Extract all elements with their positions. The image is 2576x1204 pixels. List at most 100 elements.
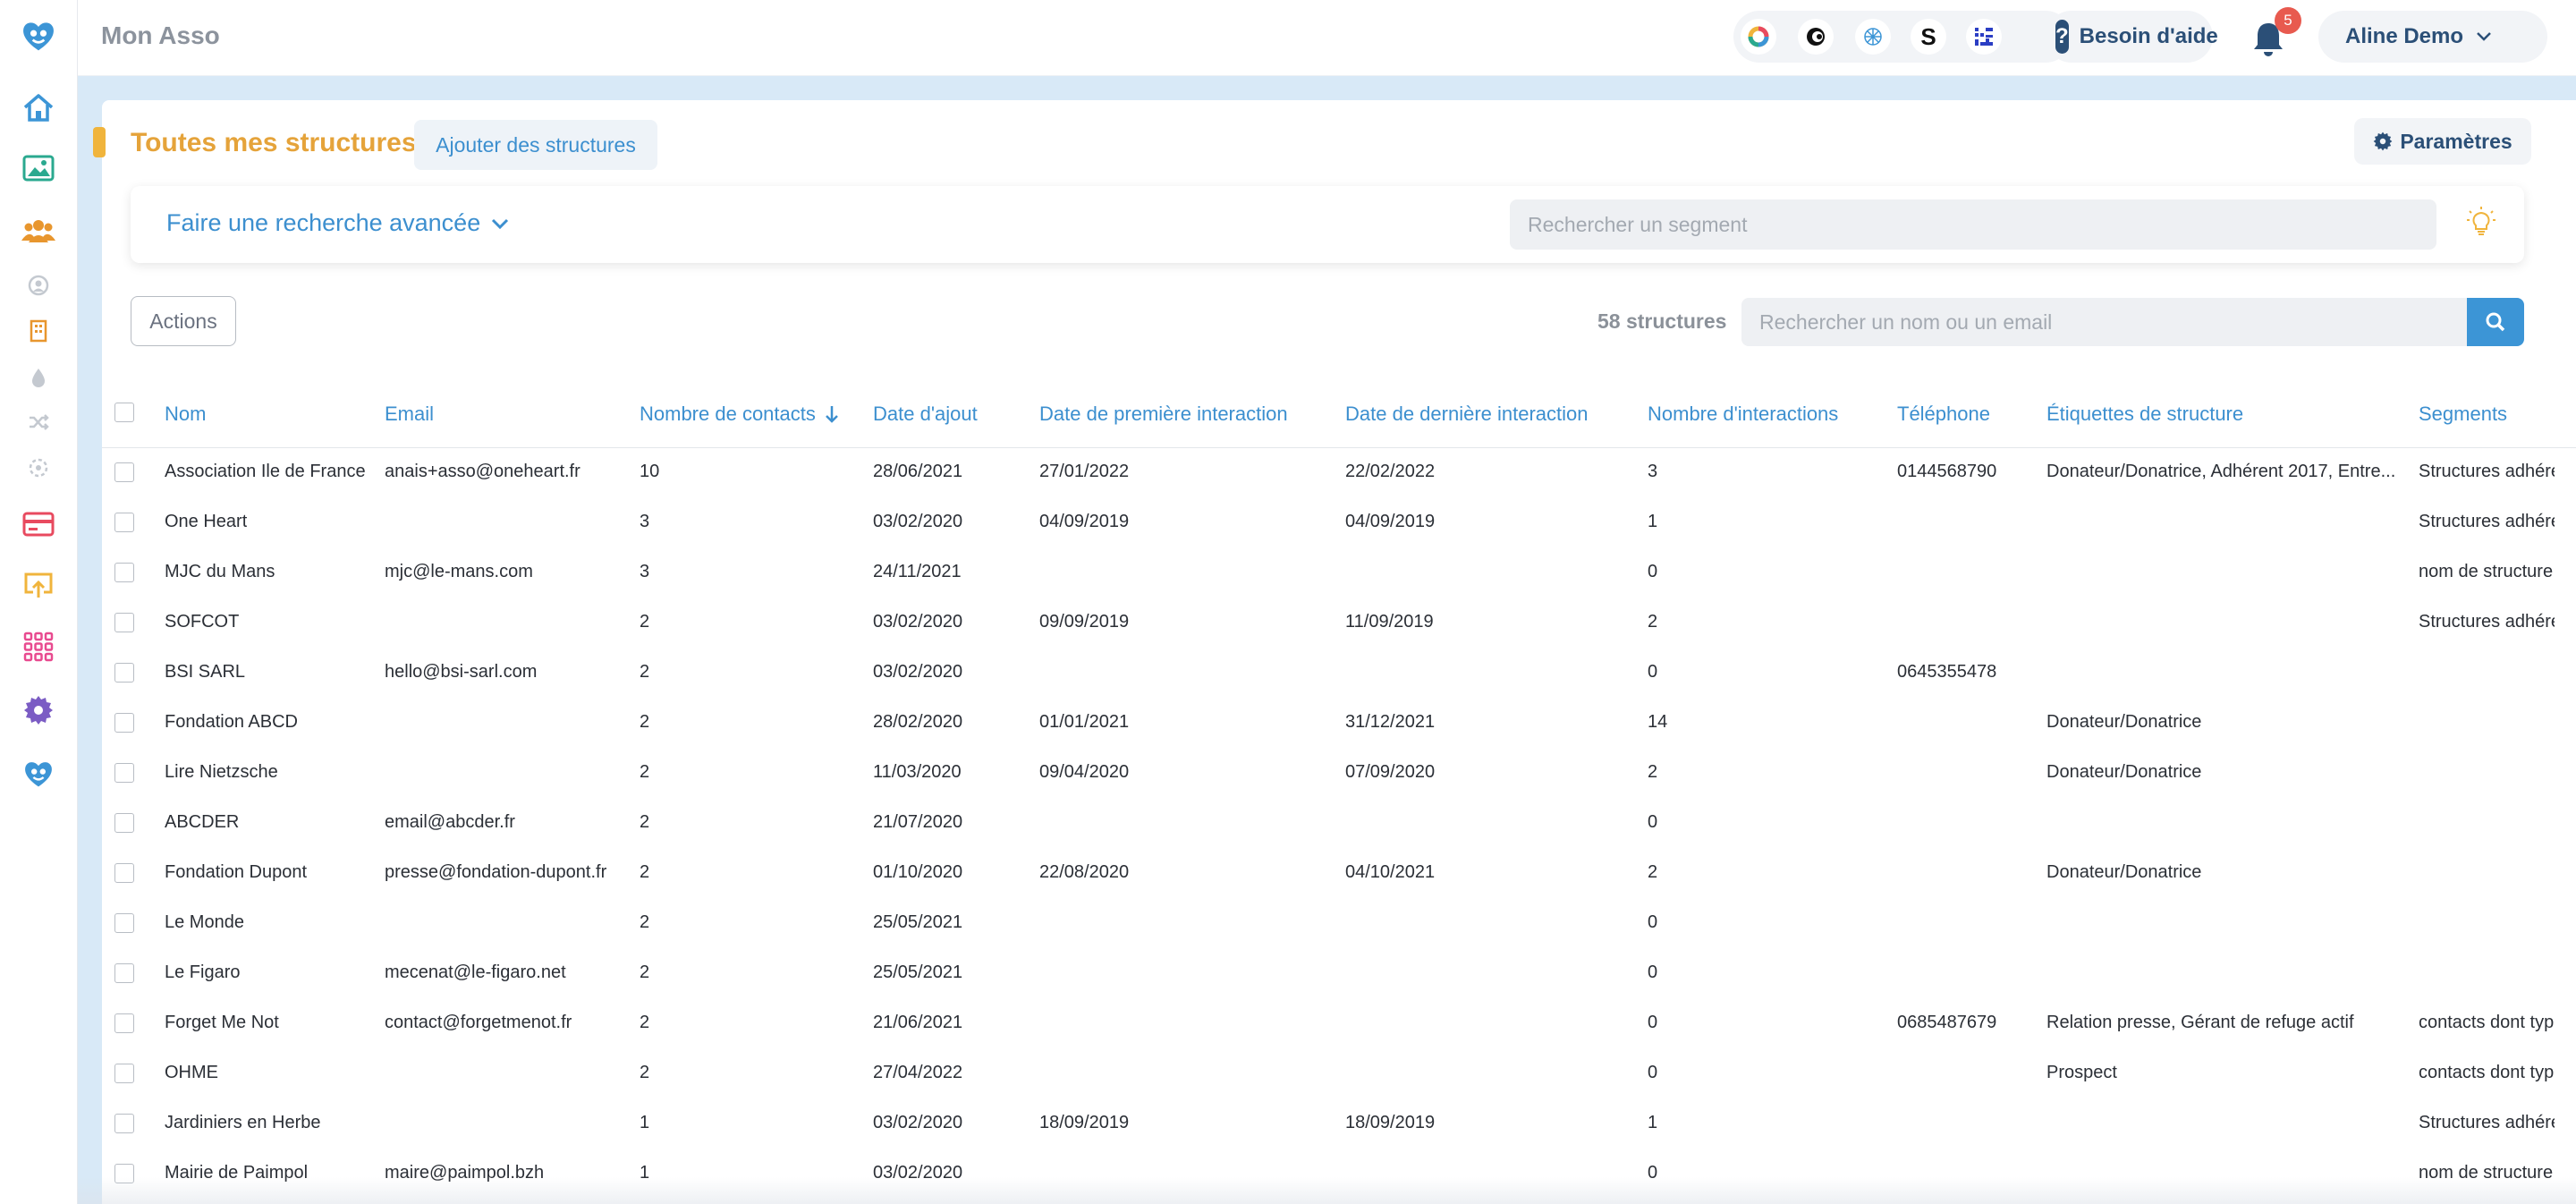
column-header-telephone[interactable]: Téléphone	[1897, 403, 1990, 426]
table-row[interactable]: Lire Nietzsche 2 11/03/2020 09/04/2020 07/09…	[102, 748, 2576, 798]
cell-telephone: 0645355478	[1897, 662, 1997, 682]
name-email-search-input[interactable]	[1741, 298, 2468, 346]
upload-icon[interactable]	[21, 567, 56, 603]
add-structures-button[interactable]: Ajouter des structures	[414, 120, 657, 170]
advanced-search-card: Faire une recherche avancée	[131, 186, 2524, 263]
table-row[interactable]: One Heart 3 03/02/2020 04/09/2019 04/09/2019…	[102, 497, 2576, 547]
column-header-email[interactable]: Email	[385, 403, 434, 426]
row-checkbox[interactable]	[114, 963, 134, 983]
column-header-nombre-interactions[interactable]: Nombre d'interactions	[1648, 403, 1838, 426]
table-row[interactable]: BSI SARL hello@bsi-sarl.com 2 03/02/2020 0 06…	[102, 648, 2576, 698]
row-checkbox[interactable]	[114, 1114, 134, 1133]
cell-telephone: 0685487679	[1897, 1013, 1997, 1032]
s-letter-app-icon[interactable]: S	[1911, 19, 1946, 55]
cell-premiere-interaction: 04/09/2019	[1039, 512, 1130, 531]
cell-segments: contacts dont typ	[2419, 1063, 2555, 1082]
row-checkbox[interactable]	[114, 863, 134, 883]
cell-derniere-interaction: 31/12/2021	[1345, 712, 1436, 732]
sidebar	[0, 0, 78, 1204]
row-checkbox[interactable]	[114, 462, 134, 482]
person-icon[interactable]	[21, 267, 56, 303]
building-icon[interactable]	[21, 313, 56, 349]
row-checkbox[interactable]	[114, 1064, 134, 1083]
cell-date-ajout: 01/10/2020	[873, 862, 963, 882]
row-checkbox[interactable]	[114, 613, 134, 632]
home-icon[interactable]	[21, 89, 56, 125]
c-logo-app-icon[interactable]	[1798, 19, 1834, 55]
grid-letters-app-icon[interactable]	[1966, 19, 2002, 55]
column-header-derniere-interaction[interactable]: Date de dernière interaction	[1345, 403, 1589, 426]
segment-search-input[interactable]	[1510, 199, 2436, 250]
row-checkbox[interactable]	[114, 1013, 134, 1033]
cell-nombre-interactions: 0	[1648, 1013, 1658, 1032]
cell-email: hello@bsi-sarl.com	[385, 662, 538, 682]
row-checkbox[interactable]	[114, 513, 134, 532]
column-header-etiquettes[interactable]: Étiquettes de structure	[2046, 403, 2243, 426]
spiral-app-icon[interactable]	[1855, 19, 1891, 55]
cell-nom: MJC du Mans	[165, 562, 275, 581]
row-checkbox[interactable]	[114, 813, 134, 833]
help-button[interactable]: ? Besoin d'aide	[2046, 11, 2218, 63]
row-checkbox[interactable]	[114, 713, 134, 733]
table-row[interactable]: Forget Me Not contact@forgetmenot.fr 2 21/0…	[102, 998, 2576, 1048]
column-header-contacts[interactable]: Nombre de contacts	[640, 403, 839, 426]
search-button[interactable]	[2467, 298, 2524, 346]
table-row[interactable]: ABCDER email@abcder.fr 2 21/07/2020 0	[102, 798, 2576, 848]
cell-date-ajout: 28/02/2020	[873, 712, 963, 732]
cell-nom: ABCDER	[165, 812, 240, 832]
drop-icon[interactable]	[21, 360, 56, 395]
table-row[interactable]: Fondation Dupont presse@fondation-dupont.…	[102, 848, 2576, 898]
settings-button[interactable]: Paramètres	[2354, 118, 2531, 165]
contacts-icon[interactable]	[21, 213, 56, 249]
table-row[interactable]: Jardiniers en Herbe 1 03/02/2020 18/09/2019…	[102, 1098, 2576, 1149]
row-checkbox[interactable]	[114, 763, 134, 783]
table-row[interactable]: Fondation ABCD 2 28/02/2020 01/01/2021 31/12…	[102, 698, 2576, 748]
cell-derniere-interaction: 07/09/2020	[1345, 762, 1436, 782]
image-icon[interactable]	[21, 150, 56, 186]
select-all-checkbox[interactable]	[114, 403, 134, 422]
cell-nombre-interactions: 3	[1648, 462, 1658, 481]
settings-label: Paramètres	[2400, 129, 2512, 153]
table-header: Nom Email Nombre de contacts Date d'ajou…	[102, 383, 2576, 448]
shuffle-icon[interactable]	[21, 404, 56, 440]
row-checkbox[interactable]	[114, 563, 134, 582]
cell-etiquettes: Donateur/Donatrice	[2046, 762, 2202, 782]
row-checkbox[interactable]	[114, 663, 134, 683]
cell-premiere-interaction: 09/09/2019	[1039, 612, 1130, 632]
cell-derniere-interaction: 04/10/2021	[1345, 862, 1436, 882]
column-header-nom[interactable]: Nom	[165, 403, 206, 426]
table-row[interactable]: Le Monde 2 25/05/2021 0	[102, 898, 2576, 948]
table-row[interactable]: MJC du Mans mjc@le-mans.com 3 24/11/2021 0 no…	[102, 547, 2576, 598]
table-row[interactable]: Association Ile de France anais+asso@oneh…	[102, 447, 2576, 497]
table-row[interactable]: OHME 2 27/04/2022 0 Prospect contacts dont ty…	[102, 1048, 2576, 1098]
cell-contacts: 2	[640, 862, 650, 882]
cell-nombre-interactions: 0	[1648, 562, 1658, 581]
chevron-down-icon	[492, 218, 509, 229]
card-icon[interactable]	[21, 506, 56, 542]
help-icon: ?	[2055, 20, 2069, 54]
advanced-search-toggle[interactable]: Faire une recherche avancée	[166, 209, 509, 237]
target-icon[interactable]	[21, 450, 56, 486]
lightbulb-icon[interactable]	[2467, 206, 2496, 238]
color-ring-app-icon[interactable]	[1741, 19, 1776, 55]
row-checkbox[interactable]	[114, 913, 134, 933]
column-header-premiere-interaction[interactable]: Date de première interaction	[1039, 403, 1288, 426]
logo-heart-icon[interactable]	[21, 18, 56, 54]
cell-date-ajout: 21/06/2021	[873, 1013, 963, 1032]
cell-etiquettes: Donateur/Donatrice	[2046, 712, 2202, 732]
cell-contacts: 2	[640, 662, 650, 682]
heart-bottom-icon[interactable]	[21, 756, 56, 792]
apps-grid-icon[interactable]	[21, 629, 56, 665]
user-menu[interactable]: Aline Demo	[2318, 11, 2547, 63]
actions-button[interactable]: Actions	[131, 296, 236, 346]
cell-etiquettes: Donateur/Donatrice, Adhérent 2017, Entre…	[2046, 462, 2396, 481]
table-row[interactable]: SOFCOT 2 03/02/2020 09/09/2019 11/09/2019 2 St…	[102, 598, 2576, 648]
cell-email: anais+asso@oneheart.fr	[385, 462, 580, 481]
table-row[interactable]: Le Figaro mecenat@le-figaro.net 2 25/05/202…	[102, 948, 2576, 998]
cell-nom: Le Figaro	[165, 962, 241, 982]
settings-icon[interactable]	[21, 692, 56, 728]
column-header-segments[interactable]: Segments	[2419, 403, 2507, 426]
notifications-button[interactable]: 5	[2247, 7, 2301, 63]
app-title: Mon Asso	[101, 21, 220, 49]
column-header-date-ajout[interactable]: Date d'ajout	[873, 403, 978, 426]
